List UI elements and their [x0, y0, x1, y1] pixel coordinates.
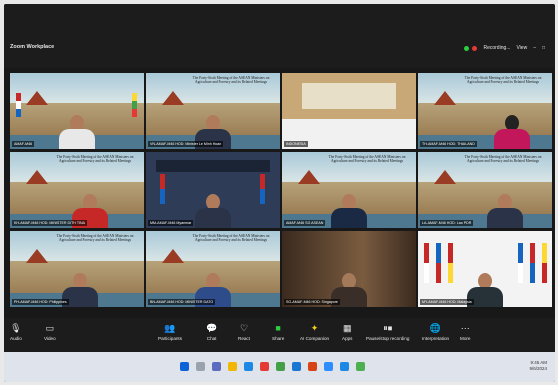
video-tile[interactable]: The Forty-Sixth Meeting of the ASEAN Min… [10, 231, 144, 307]
start-icon[interactable] [180, 362, 189, 371]
word-icon[interactable] [292, 362, 301, 371]
teams-icon[interactable] [212, 362, 221, 371]
video-tile[interactable]: The Forty-Sixth Meeting of the ASEAN Min… [10, 152, 144, 228]
participant-name: SG-AMAF-M46 HOD: Singapore [284, 299, 340, 305]
meeting-banner-title: The Forty-Sixth Meeting of the ASEAN Min… [464, 76, 542, 85]
microphone-icon: 🎙 [10, 323, 22, 333]
audio-button[interactable]: 🎙 Audio [10, 322, 22, 341]
participant-name: MY-AMAF-M46 HOD: Malaysia [420, 299, 474, 305]
participant-name: TH-AMAF-M46 HOD: THAILAND [420, 141, 477, 147]
meeting-banner-title: The Forty-Sixth Meeting of the ASEAN Min… [192, 234, 270, 243]
apps-button[interactable]: ▦ Apps [342, 322, 352, 341]
maximize-icon[interactable]: □ [542, 45, 545, 51]
globe-icon: 🌐 [429, 323, 442, 333]
title-bar: Zoom Workplace Recording... View – □ [4, 4, 555, 68]
participant-name: BN-AMAF-M46 HOD: MINISTER DATO [148, 299, 216, 305]
edge-icon[interactable] [244, 362, 253, 371]
video-tile[interactable]: AMAF-M46 [10, 73, 144, 149]
powerpoint-icon[interactable] [308, 362, 317, 371]
participants-button[interactable]: 👥 Participants [158, 322, 182, 341]
meeting-toolbar: 🎙 Audio ▭ Video 👥 Participants 💬 Chat ♡ React… [4, 318, 555, 352]
view-button[interactable]: View [516, 45, 527, 51]
zoom-window: Zoom Workplace Recording... View – □ AMA… [4, 4, 555, 382]
sparkle-icon: ✦ [310, 323, 319, 333]
chat-button[interactable]: 💬 Chat [206, 322, 217, 341]
security-shield-icon [464, 45, 470, 51]
meeting-banner-title: The Forty-Sixth Meeting of the ASEAN Min… [56, 234, 134, 243]
meeting-banner-title: The Forty-Sixth Meeting of the ASEAN Min… [328, 155, 406, 164]
video-tile[interactable]: The Forty-Sixth Meeting of the ASEAN Min… [418, 73, 552, 149]
video-tile[interactable]: SG-AMAF-M46 HOD: Singapore [282, 231, 416, 307]
recording-status[interactable]: Recording... View – □ [464, 44, 545, 52]
video-tile[interactable]: The Forty-Sixth Meeting of the ASEAN Min… [146, 73, 280, 149]
participant-name: INDONESIA [284, 141, 308, 147]
more-button[interactable]: ⋯ More [460, 322, 470, 341]
participant-name: PH-AMAF-M46 HOD: Philippines [12, 299, 69, 305]
app-icon[interactable] [260, 362, 269, 371]
participant-name: VN-AMAF-M46 HOD: Minister Le Minh Hoan [148, 141, 224, 147]
video-tile[interactable]: The Forty-Sixth Meeting of the ASEAN Min… [282, 152, 416, 228]
windows-taskbar: 9:45 AM 9/6/2024 [4, 352, 555, 382]
video-tile[interactable]: INDONESIA [282, 73, 416, 149]
meeting-banner-title: The Forty-Sixth Meeting of the ASEAN Min… [192, 76, 270, 85]
react-button[interactable]: ♡ React [238, 322, 250, 341]
folder-icon[interactable] [228, 362, 237, 371]
chrome-icon[interactable] [356, 362, 365, 371]
more-icon: ⋯ [460, 323, 470, 333]
app-title: Zoom Workplace [10, 44, 55, 50]
participants-icon: 👥 [164, 323, 176, 333]
share-icon: ■ [275, 323, 281, 333]
video-tile[interactable]: MM-AMAF-M46 Myanmar [146, 152, 280, 228]
video-button[interactable]: ▭ Video [44, 322, 56, 341]
excel-icon[interactable] [276, 362, 285, 371]
outlook-icon[interactable] [340, 362, 349, 371]
meeting-banner-title: The Forty-Sixth Meeting of the ASEAN Min… [56, 155, 134, 164]
zoom-icon[interactable] [324, 362, 333, 371]
recording-label: Recording... [483, 45, 511, 51]
video-tile[interactable]: The Forty-Sixth Meeting of the ASEAN Min… [418, 152, 552, 228]
camera-icon: ▭ [45, 323, 55, 333]
share-button[interactable]: ■ Share [272, 322, 284, 341]
minimize-icon[interactable]: – [533, 45, 536, 51]
interpretation-button[interactable]: 🌐 Interpretation [422, 322, 449, 341]
apps-icon: ▦ [342, 323, 352, 333]
system-clock[interactable]: 9:45 AM 9/6/2024 [529, 360, 547, 372]
participant-name: MM-AMAF-M46 Myanmar [148, 220, 194, 226]
participant-name: AMAF-M46 SG ASEAN [284, 220, 326, 226]
video-tile[interactable]: The Forty-Sixth Meeting of the ASEAN Min… [146, 231, 280, 307]
ai-companion-button[interactable]: ✦ AI Companion [300, 322, 329, 341]
gallery-grid: AMAF-M46 The Forty-Sixth Meeting of the … [10, 73, 552, 309]
pause-stop-icon: ⏸⏹ [383, 323, 393, 333]
search-icon[interactable] [196, 362, 205, 371]
participant-name: KH-AMAF-M46 HOD: MINISTER DITH TINA [12, 220, 88, 226]
meeting-banner-title: The Forty-Sixth Meeting of the ASEAN Min… [464, 155, 542, 164]
recording-dot-icon [472, 45, 478, 51]
pause-recording-button[interactable]: ⏸⏹ Pause/stop recording [366, 322, 409, 341]
video-tile[interactable]: MY-AMAF-M46 HOD: Malaysia [418, 231, 552, 307]
participant-name: LA-AMAF-M46 HOD: Lao PDR [420, 220, 474, 226]
heart-icon: ♡ [239, 323, 249, 333]
participant-name: AMAF-M46 [12, 141, 35, 147]
chat-icon: 💬 [206, 323, 218, 333]
